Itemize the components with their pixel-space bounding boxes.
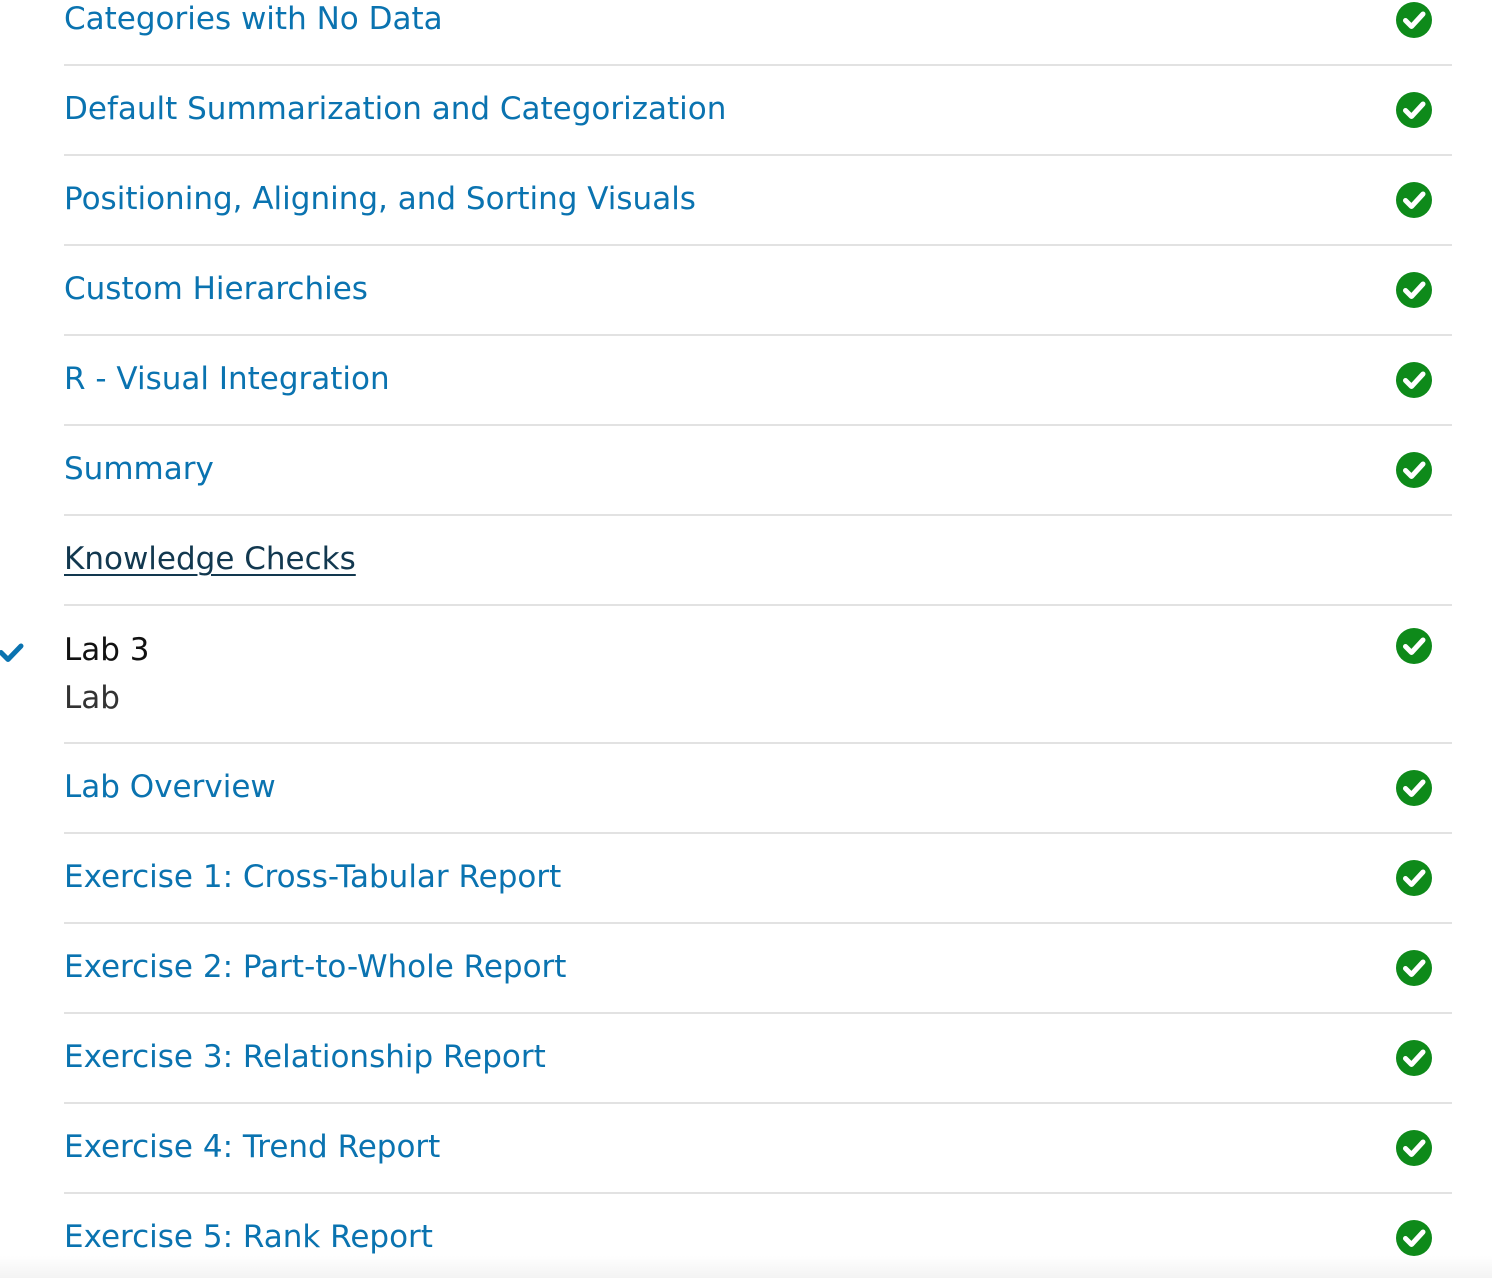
check-circle-icon (1396, 628, 1432, 664)
checkmark-icon (0, 643, 24, 662)
check-circle-icon (1396, 452, 1432, 488)
lesson-link-lab-overview[interactable]: Lab Overview (64, 772, 276, 803)
check-circle-icon (1396, 362, 1432, 398)
module-header-lab-3[interactable]: Lab 3 Lab (0, 606, 1452, 744)
lesson-row: R - Visual Integration (64, 336, 1452, 426)
check-circle-icon (1396, 770, 1432, 806)
lesson-link-custom-hierarchies[interactable]: Custom Hierarchies (64, 274, 368, 305)
check-circle-icon (1396, 272, 1432, 308)
lesson-link-default-summarization[interactable]: Default Summarization and Categorization (64, 94, 726, 125)
course-outline: Categories with No Data Default Summariz… (0, 0, 1452, 1284)
check-circle-icon (1396, 1220, 1432, 1256)
module-title: Lab 3 (64, 632, 150, 668)
check-circle-icon (1396, 860, 1432, 896)
lesson-link-exercise-5[interactable]: Exercise 5: Rank Report (64, 1222, 433, 1253)
lesson-link-categories-no-data[interactable]: Categories with No Data (64, 4, 443, 35)
lesson-row: Knowledge Checks (64, 516, 1452, 606)
lesson-link-exercise-3[interactable]: Exercise 3: Relationship Report (64, 1042, 546, 1073)
lesson-row: Positioning, Aligning, and Sorting Visua… (64, 156, 1452, 246)
lesson-row: Exercise 2: Part-to-Whole Report (64, 924, 1452, 1014)
lesson-row: Default Summarization and Categorization (64, 66, 1452, 156)
check-circle-icon (1396, 2, 1432, 38)
lesson-row: Exercise 4: Trend Report (64, 1104, 1452, 1194)
check-circle-icon (1396, 1130, 1432, 1166)
lesson-row: Categories with No Data (64, 0, 1452, 66)
lesson-row: Exercise 1: Cross-Tabular Report (64, 834, 1452, 924)
check-circle-icon (1396, 950, 1432, 986)
lesson-link-knowledge-checks[interactable]: Knowledge Checks (64, 544, 356, 575)
bottom-scroll-fade (0, 1256, 1492, 1278)
check-circle-icon (1396, 92, 1432, 128)
lesson-link-exercise-1[interactable]: Exercise 1: Cross-Tabular Report (64, 862, 561, 893)
lesson-row: Summary (64, 426, 1452, 516)
check-circle-icon (1396, 182, 1432, 218)
lesson-link-exercise-4[interactable]: Exercise 4: Trend Report (64, 1132, 440, 1163)
lesson-row: Custom Hierarchies (64, 246, 1452, 336)
lesson-link-summary[interactable]: Summary (64, 454, 214, 485)
check-circle-icon (1396, 1040, 1432, 1076)
module-type-label: Lab (64, 680, 120, 716)
lesson-link-exercise-2[interactable]: Exercise 2: Part-to-Whole Report (64, 952, 566, 983)
lesson-row: Lab Overview (64, 744, 1452, 834)
lesson-link-r-visual-integration[interactable]: R - Visual Integration (64, 364, 390, 395)
lesson-row: Exercise 3: Relationship Report (64, 1014, 1452, 1104)
lesson-link-positioning-visuals[interactable]: Positioning, Aligning, and Sorting Visua… (64, 184, 696, 215)
